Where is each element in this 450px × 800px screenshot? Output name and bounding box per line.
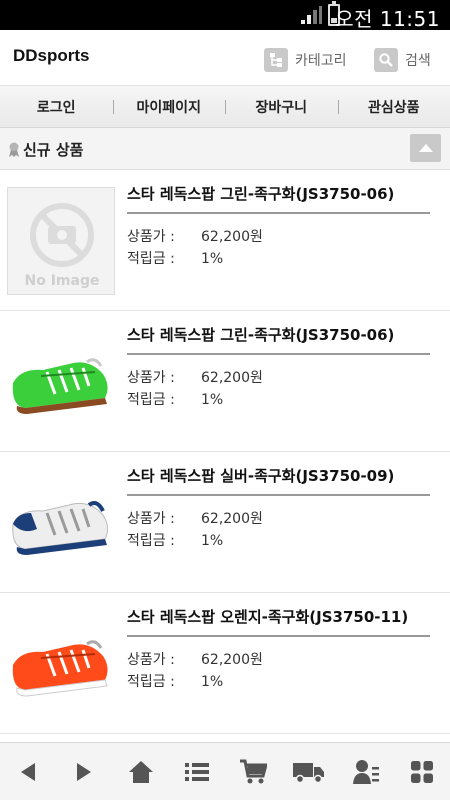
product-item[interactable]: 스타 레독스팝 그린-족구화(JS3750-06) 상품가 : 62,200원 적… — [0, 311, 450, 452]
bottom-nav — [0, 742, 450, 800]
search-label: 검색 — [405, 53, 431, 69]
list-button[interactable] — [169, 743, 225, 800]
signal-icon — [301, 6, 322, 24]
points-value: 1% — [201, 392, 224, 408]
back-button[interactable] — [0, 743, 56, 800]
product-name[interactable]: 스타 레독스팝 그린-족구화(JS3750-06) — [127, 185, 430, 214]
back-icon — [21, 762, 36, 781]
product-item[interactable]: No Image 스타 레독스팝 그린-족구화(JS3750-06) 상품가 :… — [0, 170, 450, 311]
medal-icon — [9, 142, 19, 157]
menu-cart[interactable]: 장바구니 — [225, 86, 338, 127]
product-name[interactable]: 스타 레독스팝 오렌지-족구화(JS3750-11) — [127, 608, 430, 637]
points-label: 적립금 : — [127, 533, 175, 549]
price-value: 62,200원 — [201, 652, 263, 668]
menu-login[interactable]: 로그인 — [0, 86, 113, 127]
menu-mypage[interactable]: 마이페이지 — [112, 86, 226, 127]
search-button[interactable]: 검색 — [374, 46, 431, 74]
points-value: 1% — [201, 533, 224, 549]
section-title-text: 신규 상품 — [23, 141, 84, 159]
forward-icon — [77, 762, 92, 781]
price-value: 62,200원 — [201, 370, 263, 386]
product-item[interactable]: 스타 레독스팝 실버-족구화(JS3750-09) 상품가 : 62,200원 적… — [0, 452, 450, 593]
menu-wishlist[interactable]: 관심상품 — [337, 86, 450, 127]
price-value: 62,200원 — [201, 229, 263, 245]
product-image[interactable] — [7, 328, 115, 436]
price-label: 상품가 : — [127, 511, 175, 527]
points-value: 1% — [201, 674, 224, 690]
brand-logo[interactable]: DDsports — [13, 46, 90, 66]
delivery-truck-icon — [293, 762, 325, 783]
no-image-icon: No Image — [25, 203, 100, 289]
points-label: 적립금 : — [127, 674, 175, 690]
member-icon — [352, 759, 379, 784]
member-button[interactable] — [338, 743, 394, 800]
status-time: 오전 11:51 — [335, 7, 440, 31]
product-image-placeholder[interactable]: No Image — [7, 187, 115, 295]
green-shoe-image — [12, 358, 108, 414]
price-label: 상품가 : — [127, 229, 175, 245]
category-label: 카테고리 — [295, 53, 347, 69]
list-icon — [184, 762, 209, 781]
price-label: 상품가 : — [127, 652, 175, 668]
svg-text:No Image: No Image — [25, 273, 100, 289]
search-icon — [374, 48, 398, 72]
section-title: 신규 상품 — [8, 139, 83, 160]
points-value: 1% — [201, 251, 224, 267]
product-info: 스타 레독스팝 그린-족구화(JS3750-06) 상품가 : 62,200원 적… — [127, 185, 430, 270]
cart-icon — [240, 759, 268, 783]
product-item[interactable]: 스타 레독스팝 오렌지-족구화(JS3750-11) 상품가 :62,200원 … — [0, 593, 450, 734]
product-list: No Image 스타 레독스팝 그린-족구화(JS3750-06) 상품가 :… — [0, 170, 450, 734]
chevron-up-icon — [418, 144, 433, 152]
points-label: 적립금 : — [127, 251, 175, 267]
product-name[interactable]: 스타 레독스팝 그린-족구화(JS3750-06) — [127, 326, 430, 355]
product-info: 스타 레독스팝 실버-족구화(JS3750-09) 상품가 : 62,200원 적… — [127, 467, 430, 552]
forward-button[interactable] — [56, 743, 112, 800]
home-button[interactable] — [113, 743, 169, 800]
product-image[interactable] — [7, 610, 115, 718]
delivery-button[interactable] — [281, 743, 337, 800]
price-label: 상품가 : — [127, 370, 175, 386]
grid-menu-icon — [410, 760, 433, 783]
top-menu: 로그인 마이페이지 장바구니 관심상품 — [0, 86, 450, 128]
points-label: 적립금 : — [127, 392, 175, 408]
home-icon — [128, 760, 153, 783]
app-header: DDsports 카테고리 검색 — [0, 30, 450, 86]
grid-menu-button[interactable] — [394, 743, 450, 800]
cart-button[interactable] — [225, 743, 281, 800]
category-button[interactable]: 카테고리 — [264, 46, 347, 74]
category-tree-icon — [264, 48, 288, 72]
product-name[interactable]: 스타 레독스팝 실버-족구화(JS3750-09) — [127, 467, 430, 496]
product-info: 스타 레독스팝 그린-족구화(JS3750-06) 상품가 : 62,200원 적… — [127, 326, 430, 411]
product-info: 스타 레독스팝 오렌지-족구화(JS3750-11) 상품가 :62,200원 … — [127, 608, 430, 693]
status-bar: 오전 11:51 — [0, 0, 450, 31]
collapse-up-button[interactable] — [410, 134, 441, 162]
product-image[interactable] — [7, 469, 115, 577]
silver-shoe-image — [12, 501, 109, 555]
price-value: 62,200원 — [201, 511, 263, 527]
section-header: 신규 상품 — [0, 128, 450, 170]
orange-shoe-image — [12, 640, 108, 697]
